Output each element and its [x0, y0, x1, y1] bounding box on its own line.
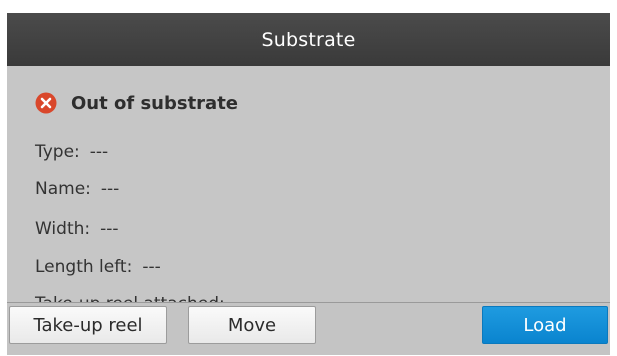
status-text: Out of substrate: [71, 92, 239, 114]
name-label: Name:: [35, 179, 91, 199]
width-row: Width: ---: [35, 219, 119, 239]
name-value: ---: [100, 179, 120, 199]
load-button-label: Load: [523, 314, 567, 336]
partial-row: Take-up reel attached:: [35, 294, 225, 302]
move-button-label: Move: [227, 314, 277, 336]
action-bar: Take-up reel Move Load: [7, 303, 610, 355]
length-left-value: ---: [142, 257, 161, 277]
type-row: Type: ---: [35, 142, 108, 162]
take-up-reel-button-label: Take-up reel: [33, 314, 143, 336]
load-button[interactable]: Load: [482, 306, 608, 344]
name-row: Name: ---: [35, 179, 119, 199]
error-circle-icon: [35, 92, 57, 114]
substrate-info-panel[interactable]: Out of substrate Type: --- Name: --- Width…: [7, 66, 610, 302]
dialog-title: Substrate: [261, 28, 356, 51]
dialog-header: Substrate: [7, 13, 610, 66]
move-button[interactable]: Move: [188, 306, 316, 344]
type-label: Type:: [35, 142, 80, 162]
width-value: ---: [100, 219, 119, 239]
partial-row-label: Take-up reel attached:: [35, 294, 225, 302]
type-value: ---: [89, 142, 109, 162]
substrate-dialog: Substrate Out of substrate Type: --- Name…: [7, 13, 610, 355]
take-up-reel-button[interactable]: Take-up reel: [9, 306, 167, 344]
width-label: Width:: [35, 219, 91, 239]
length-left-row: Length left: ---: [35, 257, 161, 277]
status-row: Out of substrate: [35, 90, 238, 116]
length-left-label: Length left:: [35, 257, 133, 277]
